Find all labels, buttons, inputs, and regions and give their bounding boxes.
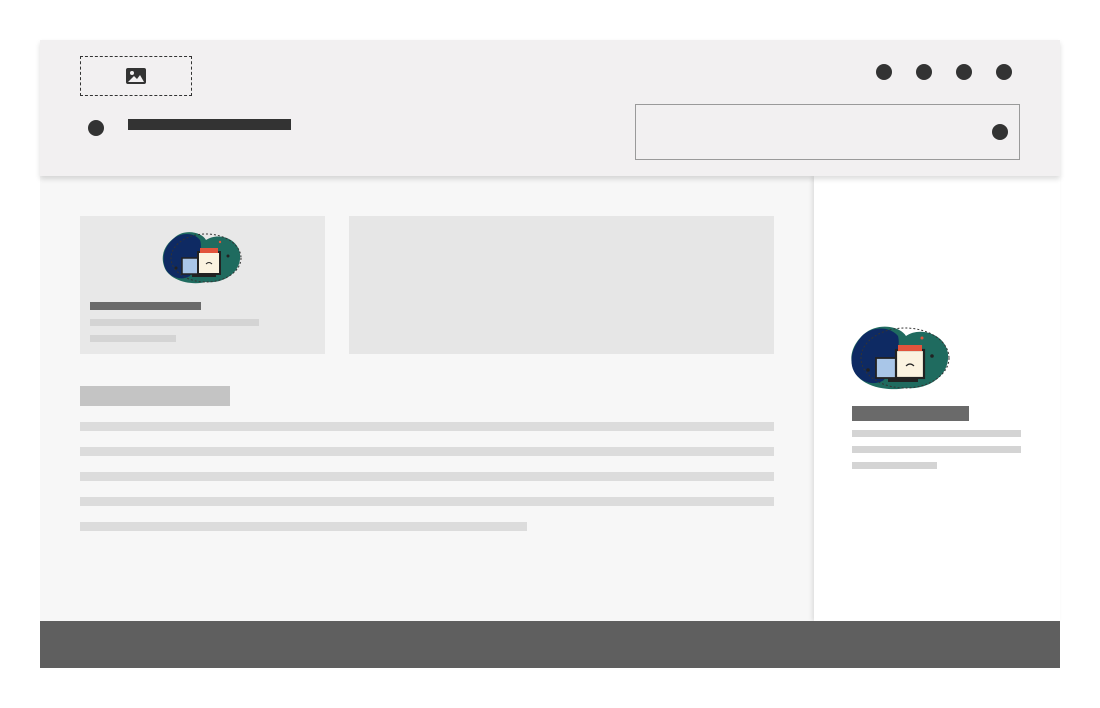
menu-dot-icon[interactable] xyxy=(88,120,104,136)
image-icon xyxy=(126,68,146,84)
feature-card[interactable] xyxy=(80,216,325,354)
nav-dot-1[interactable] xyxy=(876,64,892,80)
nav-dot-4[interactable] xyxy=(996,64,1012,80)
nav-dot-2[interactable] xyxy=(916,64,932,80)
paragraph-line xyxy=(80,497,774,506)
paragraph-line xyxy=(80,522,527,531)
logo-placeholder[interactable] xyxy=(80,56,192,96)
search-icon[interactable] xyxy=(992,124,1008,140)
main-content xyxy=(40,176,812,621)
nav-dot-3[interactable] xyxy=(956,64,972,80)
card-text-line xyxy=(90,335,176,342)
computer-devices-illustration xyxy=(162,232,242,284)
sidebar xyxy=(814,176,1060,621)
sidebar-text-line xyxy=(852,462,937,469)
sidebar-text-line xyxy=(852,430,1021,437)
card-title xyxy=(90,302,201,310)
banner-placeholder[interactable] xyxy=(349,216,774,354)
computer-devices-illustration xyxy=(851,326,950,390)
site-footer xyxy=(40,621,1060,668)
site-header xyxy=(40,40,1060,176)
paragraph-line xyxy=(80,447,774,456)
paragraph-line xyxy=(80,422,774,431)
paragraph-line xyxy=(80,472,774,481)
sidebar-title xyxy=(852,406,969,421)
card-text-line xyxy=(90,319,259,326)
section-heading xyxy=(80,386,230,406)
sidebar-text-line xyxy=(852,446,1021,453)
search-input[interactable] xyxy=(635,104,1020,160)
page-title-placeholder xyxy=(128,119,291,130)
app-window xyxy=(40,40,1060,668)
